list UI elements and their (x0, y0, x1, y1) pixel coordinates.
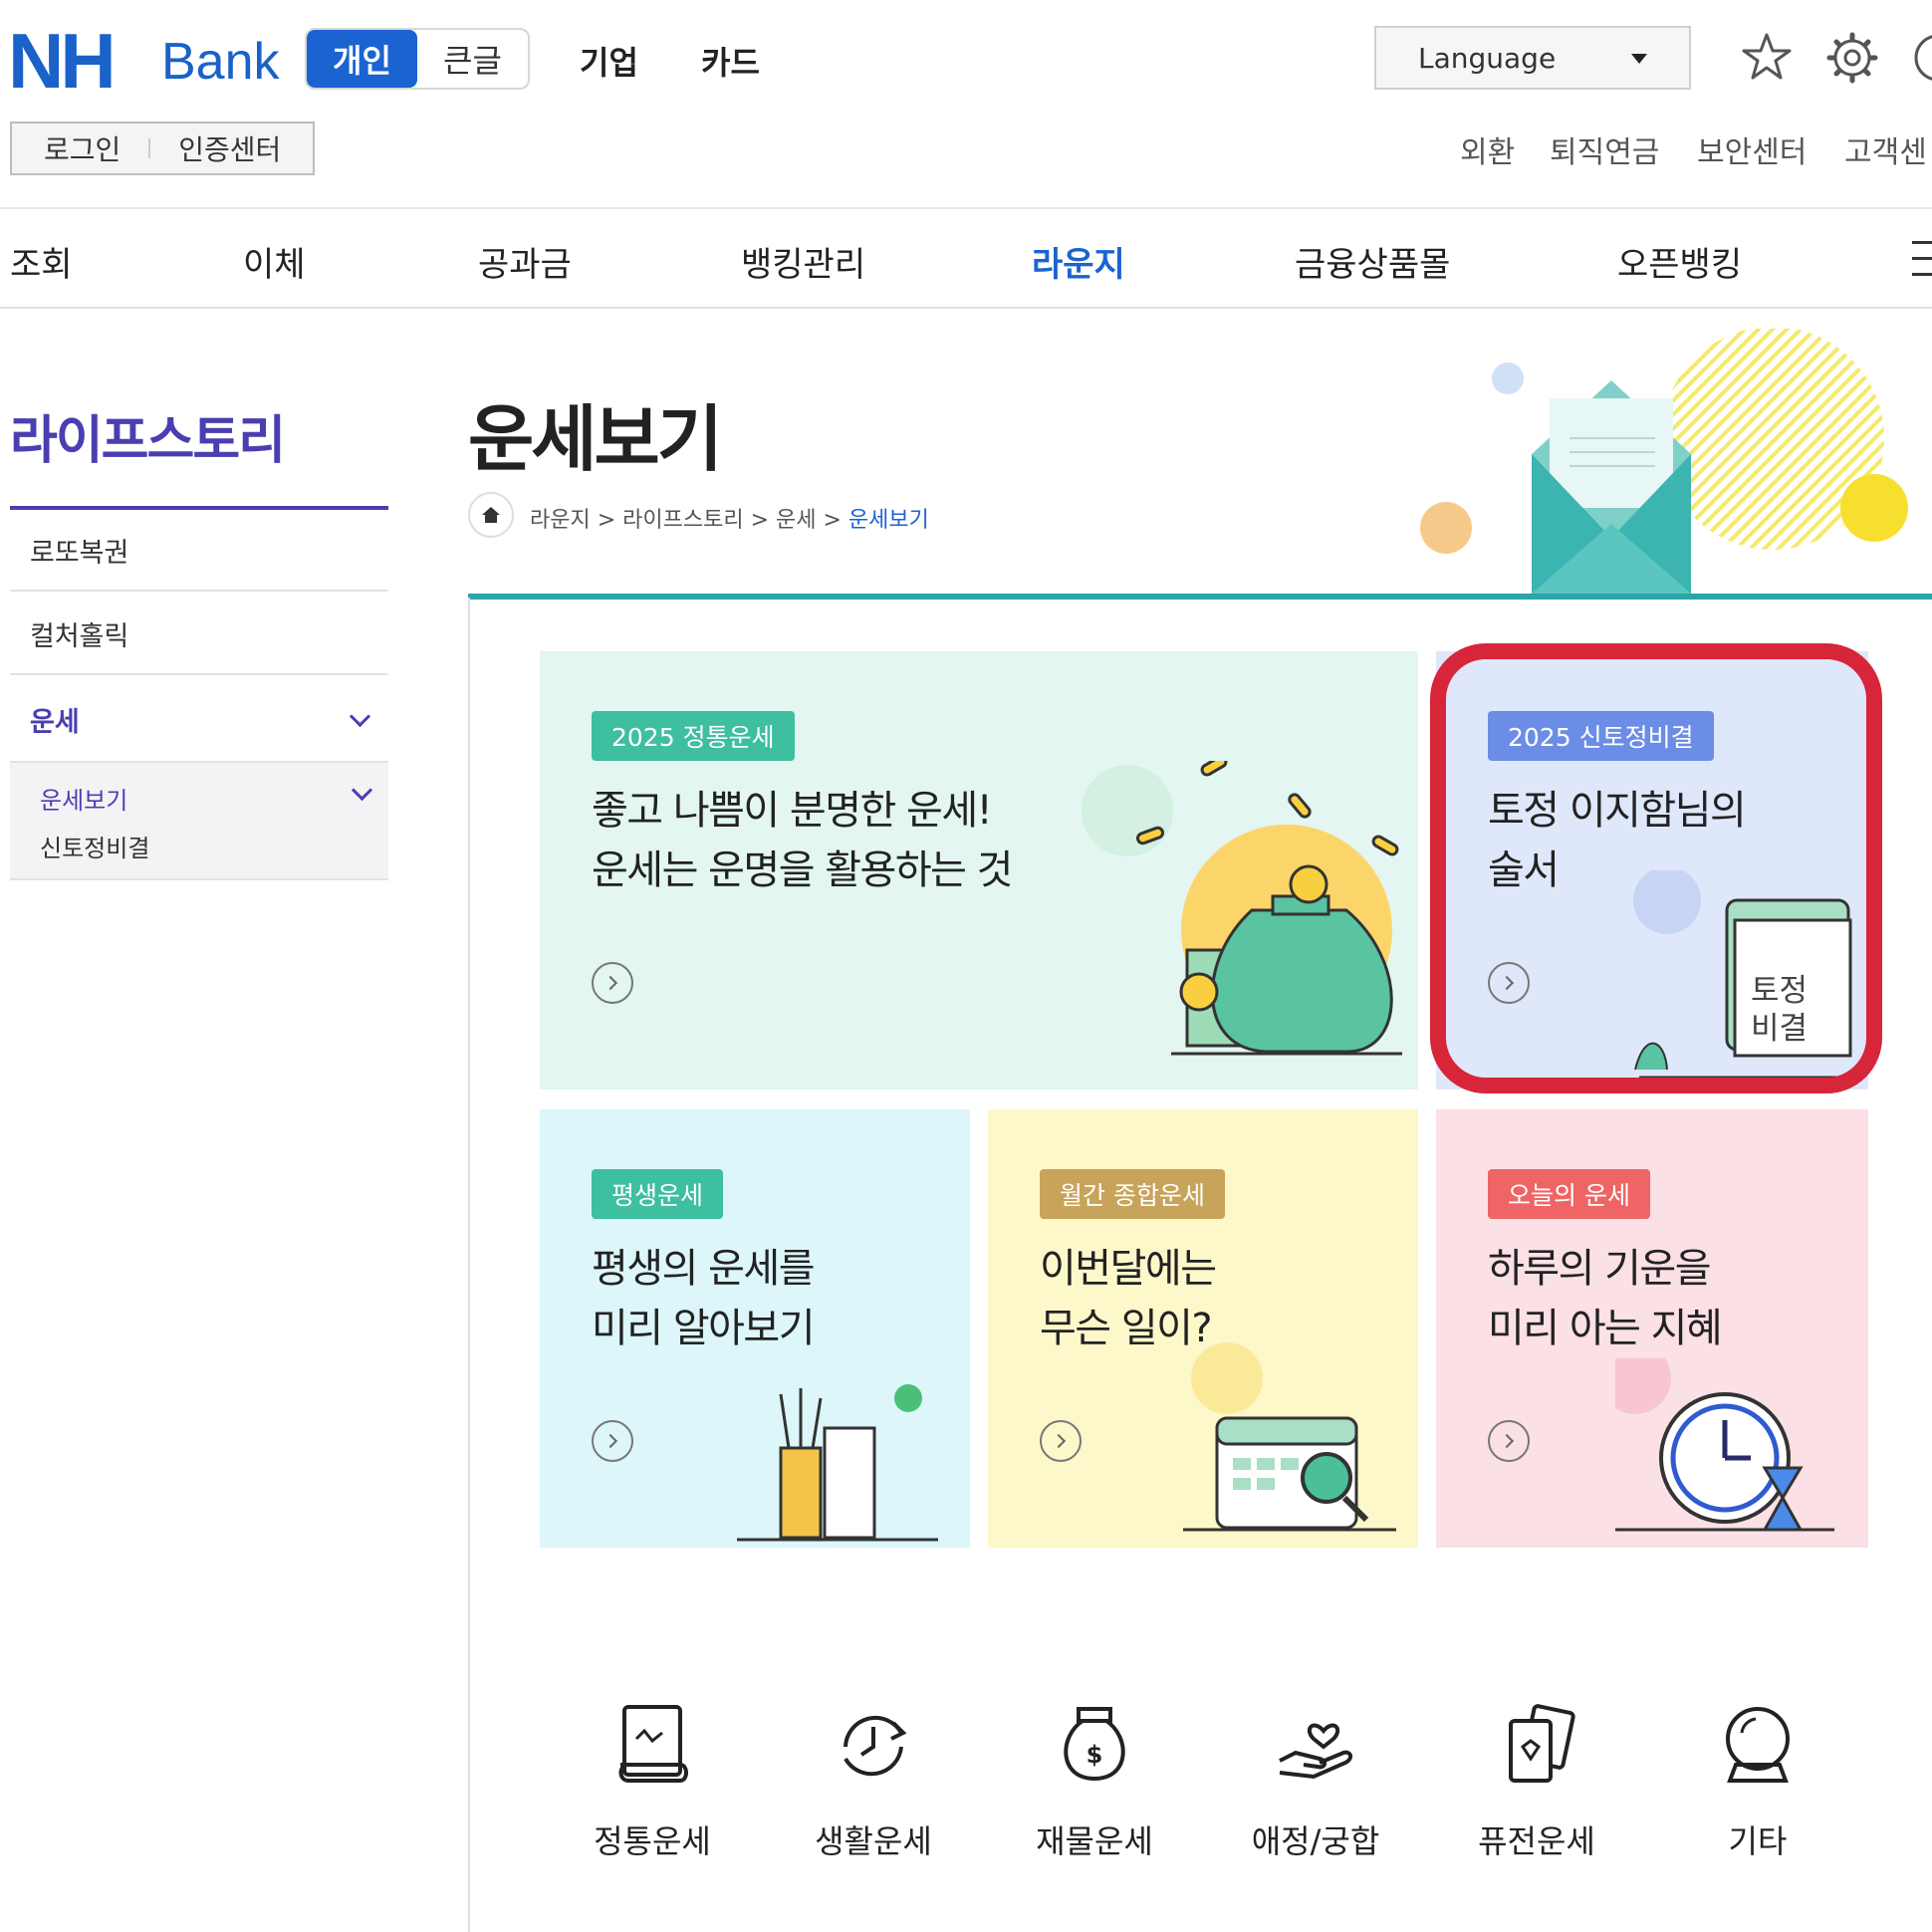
calendar-illustration (1183, 1342, 1396, 1532)
card-lifetime-fortune[interactable]: 평생운세 평생의 운세를 미리 알아보기 (540, 1109, 970, 1548)
utility-link-security[interactable]: 보안센터 (1697, 127, 1807, 171)
login-auth-box: 로그인 인증센터 (10, 121, 315, 175)
nav-transfer[interactable]: 이체 (243, 237, 306, 286)
card-tag: 2025 정통운세 (592, 711, 795, 761)
category-label: 생활운세 (815, 1822, 932, 1860)
card-line: 평생의 운세를 (592, 1246, 816, 1292)
crystal-ball-icon (1726, 1707, 1790, 1783)
clock-refresh-icon (844, 1715, 907, 1777)
card-line: 운세는 운명을 활용하는 것 (592, 847, 1013, 893)
chevron-down-icon (351, 779, 373, 802)
card-tag: 평생운세 (592, 1169, 724, 1219)
personal-tab[interactable]: 개인 (307, 30, 417, 88)
category-love[interactable]: 애정/궁합 (1241, 1703, 1390, 1862)
nav-utility-bills[interactable]: 공과금 (478, 237, 572, 286)
content-left-border (468, 598, 470, 1932)
content-top-bar (468, 594, 1932, 600)
scroll-icon (618, 1705, 688, 1783)
sidebar-item-label: 운세 (30, 706, 80, 738)
sidebar-subnav: 운세보기 신토정비결 (10, 763, 388, 880)
divider (148, 138, 151, 158)
sidebar-sub-tojeong[interactable]: 신토정비결 (40, 829, 149, 863)
large-text-tab[interactable]: 큰글 (417, 30, 528, 88)
card-text: 평생의 운세를 미리 알아보기 (592, 1239, 816, 1358)
arrow-right-icon[interactable] (1040, 1420, 1082, 1462)
header-divider (0, 207, 1932, 209)
card-monthly-fortune[interactable]: 월간 종합운세 이번달에는 무슨 일이? (988, 1109, 1418, 1548)
gear-icon[interactable] (1824, 30, 1880, 86)
card-line: 하루의 기운을 (1488, 1246, 1712, 1292)
page-title: 운세보기 (468, 397, 723, 481)
nav-banking-mgmt[interactable]: 뱅킹관리 (741, 237, 865, 286)
card-traditional-fortune[interactable]: 2025 정통운세 좋고 나쁨이 분명한 운세! 운세는 운명을 활용하는 것 (540, 651, 1418, 1089)
category-label: 애정/궁합 (1251, 1822, 1380, 1860)
card-text: 좋고 나쁨이 분명한 운세! 운세는 운명을 활용하는 것 (592, 781, 1013, 900)
category-other[interactable]: 기타 (1683, 1703, 1832, 1862)
arrow-right-icon[interactable] (1488, 1420, 1530, 1462)
category-traditional[interactable]: 정통운세 (578, 1703, 727, 1862)
arrow-right-icon[interactable] (592, 962, 633, 1004)
top-link-corporate[interactable]: 기업 (580, 38, 638, 84)
highlight-box (1430, 643, 1882, 1093)
category-label: 퓨전운세 (1478, 1822, 1595, 1860)
caret-down-icon (1631, 54, 1647, 64)
card-tag: 오늘의 운세 (1488, 1169, 1650, 1219)
breadcrumb: 라운지 > 라이프스토리 > 운세 > 운세보기 (530, 502, 929, 534)
menu-icon[interactable] (1912, 239, 1932, 279)
arrow-right-icon[interactable] (592, 1420, 633, 1462)
clock-illustration (1615, 1358, 1834, 1532)
svg-text:$: $ (1087, 1741, 1103, 1769)
language-select[interactable]: Language (1374, 26, 1691, 90)
card-daily-fortune[interactable]: 오늘의 운세 하루의 기운을 미리 아는 지혜 (1436, 1109, 1868, 1548)
category-fusion[interactable]: 퓨전운세 (1462, 1703, 1611, 1862)
money-bag-icon: $ (1064, 1707, 1125, 1782)
chevron-down-icon (349, 705, 371, 728)
category-label: 기타 (1728, 1822, 1788, 1860)
home-icon (482, 507, 500, 523)
auth-center-link[interactable]: 인증센터 (178, 128, 281, 168)
category-label: 정통운세 (594, 1822, 711, 1860)
logo-bank[interactable]: Bank (161, 34, 280, 90)
star-icon[interactable] (1739, 30, 1795, 86)
cards-icon (1509, 1704, 1575, 1783)
category-wealth[interactable]: $ 재물운세 (1020, 1703, 1169, 1862)
breadcrumb-path: 라운지 > 라이프스토리 > 운세 > (530, 508, 848, 533)
profile-icon[interactable] (1910, 30, 1932, 86)
login-link[interactable]: 로그인 (44, 128, 121, 168)
sidebar-item-label: 로또복권 (30, 537, 129, 569)
nav-financial-mall[interactable]: 금융상품몰 (1295, 237, 1450, 286)
nav-lounge[interactable]: 라운지 (1032, 237, 1125, 286)
card-text: 하루의 기운을 미리 아는 지혜 (1488, 1239, 1723, 1358)
pencil-cup-illustration (737, 1384, 938, 1542)
sidebar-title: 라이프스토리 (10, 411, 286, 471)
heart-hand-icon (1279, 1723, 1352, 1780)
card-line: 이번달에는 (1040, 1246, 1217, 1292)
category-lifestyle[interactable]: 생활운세 (799, 1703, 948, 1862)
personal-largetext-toggle: 개인 큰글 (305, 28, 530, 90)
card-line: 좋고 나쁨이 분명한 운세! (592, 788, 993, 834)
language-label: Language (1418, 41, 1557, 75)
envelope-illustration (1420, 329, 1908, 594)
sidebar-sub-fortune-view[interactable]: 운세보기 (40, 781, 127, 816)
nav-open-banking[interactable]: 오픈뱅킹 (1617, 237, 1742, 286)
sidebar-item-label: 컬처홀릭 (30, 620, 129, 652)
top-link-card[interactable]: 카드 (701, 38, 760, 84)
home-button[interactable] (468, 492, 514, 538)
breadcrumb-current: 운세보기 (847, 508, 929, 533)
utility-link-fx[interactable]: 외환 (1460, 127, 1515, 171)
money-bag-illustration (1082, 761, 1402, 1056)
utility-link-customer[interactable]: 고객센 (1844, 127, 1927, 171)
card-tag: 월간 종합운세 (1040, 1169, 1225, 1219)
logo-nh[interactable]: NH (8, 22, 117, 100)
category-label: 재물운세 (1036, 1822, 1153, 1860)
card-line: 미리 아는 지혜 (1488, 1306, 1723, 1351)
sidebar-item-culture[interactable]: 컬처홀릭 (10, 594, 388, 675)
sidebar-item-lotto[interactable]: 로또복권 (10, 510, 388, 592)
utility-link-pension[interactable]: 퇴직연금 (1550, 127, 1659, 171)
card-line: 미리 알아보기 (592, 1306, 816, 1351)
nav-inquiry[interactable]: 조회 (10, 237, 73, 286)
sidebar-item-fortune[interactable]: 운세 (10, 677, 388, 763)
nav-divider (0, 307, 1932, 309)
